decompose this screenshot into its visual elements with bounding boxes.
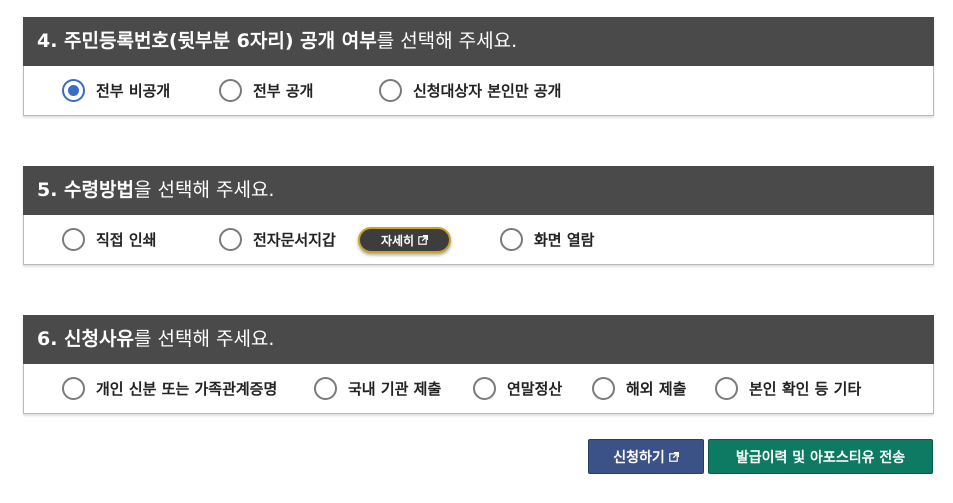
apply-button[interactable]: 신청하기 [588,439,704,474]
section-6-options: 개인 신분 또는 가족관계증명 국내 기관 제출 연말정산 해외 제출 본인 확… [24,364,933,413]
external-link-icon [418,235,429,245]
external-link-icon [668,451,679,462]
radio-icon-checked[interactable] [62,79,85,102]
radio-label: 국내 기관 제출 [348,380,442,398]
radio-option-year-end-tax[interactable]: 연말정산 [473,375,562,402]
detail-button-label: 자세히 [380,233,415,248]
section-6-title: 6. 신청사유를 선택해 주세요. [23,315,934,364]
radio-option-other[interactable]: 본인 확인 등 기타 [715,375,861,402]
radio-icon[interactable] [592,377,615,400]
radio-label: 전자문서지갑 [253,231,336,249]
detail-button[interactable]: 자세히 [358,227,451,253]
section-5-title-rest: 을 선택해 주세요. [133,179,275,201]
radio-option-all-public[interactable]: 전부 공개 [219,77,313,104]
radio-label: 화면 열람 [534,231,595,249]
radio-icon[interactable] [473,377,496,400]
radio-label: 직접 인쇄 [96,231,157,249]
radio-label: 신청대상자 본인만 공개 [413,82,562,100]
radio-icon[interactable] [62,377,85,400]
section-4-title: 4. 주민등록번호(뒷부분 6자리) 공개 여부를 선택해 주세요. [23,17,934,66]
radio-label: 연말정산 [507,380,563,398]
section-4-title-strong: 4. 주민등록번호(뒷부분 6자리) 공개 여부 [37,30,377,52]
section-5-title: 5. 수령방법을 선택해 주세요. [23,166,934,215]
radio-option-direct-print[interactable]: 직접 인쇄 [62,226,156,253]
radio-option-self-only[interactable]: 신청대상자 본인만 공개 [379,77,561,104]
radio-label: 해외 제출 [626,380,687,398]
section-6-title-strong: 6. 신청사유 [37,328,134,350]
issuance-history-apostille-button[interactable]: 발급이력 및 아포스티유 전송 [708,439,933,474]
section-application-reason: 6. 신청사유를 선택해 주세요. 개인 신분 또는 가족관계증명 국내 기관 … [23,315,934,414]
section-6-title-rest: 를 선택해 주세요. [133,328,275,350]
radio-icon[interactable] [500,228,523,251]
radio-label: 본인 확인 등 기타 [749,380,862,398]
section-4-options: 전부 비공개 전부 공개 신청대상자 본인만 공개 [24,66,933,115]
radio-label: 전부 비공개 [96,82,171,100]
radio-option-e-wallet[interactable]: 전자문서지갑 [219,226,336,253]
radio-label: 전부 공개 [253,82,314,100]
radio-label: 개인 신분 또는 가족관계증명 [96,380,278,398]
radio-icon[interactable] [219,79,242,102]
section-4-title-rest: 를 선택해 주세요. [376,30,518,52]
radio-icon[interactable] [379,79,402,102]
apply-button-label: 신청하기 [613,449,665,466]
section-5-options: 직접 인쇄 전자문서지갑 자세히 화면 열람 [24,215,933,264]
history-button-label: 발급이력 및 아포스티유 전송 [735,449,906,466]
radio-icon[interactable] [715,377,738,400]
radio-option-domestic-submit[interactable]: 국내 기관 제출 [314,375,441,402]
section-rrn-disclosure: 4. 주민등록번호(뒷부분 6자리) 공개 여부를 선택해 주세요. 전부 비공… [23,17,934,116]
radio-option-all-private[interactable]: 전부 비공개 [62,77,170,104]
radio-icon[interactable] [219,228,242,251]
radio-option-screen-view[interactable]: 화면 열람 [500,226,594,253]
radio-icon[interactable] [62,228,85,251]
radio-option-overseas-submit[interactable]: 해외 제출 [592,375,686,402]
radio-icon[interactable] [314,377,337,400]
section-receipt-method: 5. 수령방법을 선택해 주세요. 직접 인쇄 전자문서지갑 자세히 화면 열람 [23,166,934,265]
section-5-title-strong: 5. 수령방법 [37,179,134,201]
radio-option-identity-family[interactable]: 개인 신분 또는 가족관계증명 [62,375,277,402]
